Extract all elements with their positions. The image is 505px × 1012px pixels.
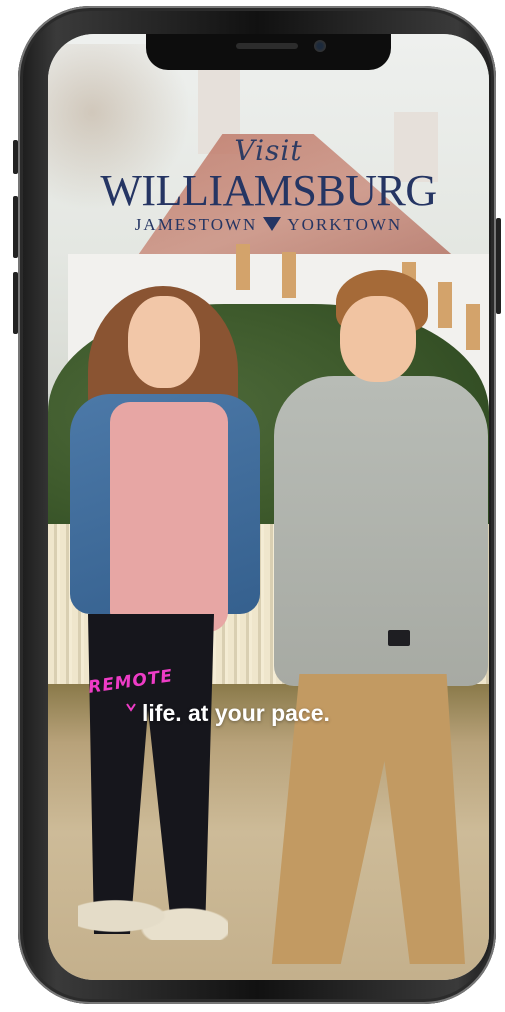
girl-top: [110, 402, 228, 632]
front-camera: [314, 40, 326, 52]
logo-subtitle: JAMESTOWN YORKTOWN: [48, 215, 489, 235]
power-button: [496, 218, 501, 314]
girl-shoes: [78, 880, 228, 940]
logo-sub-left: JAMESTOWN: [134, 215, 258, 234]
phone-notch: [146, 34, 391, 70]
house-window: [282, 252, 296, 298]
house-window: [236, 244, 250, 290]
girl-face: [128, 296, 200, 388]
logo-main-text: WILLIAMSBURG: [100, 166, 437, 215]
speaker-grille: [236, 43, 298, 49]
brand-logo: Visit WILLIAMSBURG JAMESTOWN YORKTOWN: [48, 134, 489, 235]
boy-face: [340, 296, 416, 382]
sweater-patch: [388, 630, 410, 646]
caret-icon: [126, 703, 136, 712]
tagline-text: life. at your pace.: [142, 700, 330, 726]
boy-sweater: [274, 376, 488, 686]
phone-screen: Visit WILLIAMSBURG JAMESTOWN YORKTOWN REM…: [48, 34, 489, 980]
house-window: [438, 282, 452, 328]
house-window: [466, 304, 480, 350]
logo-visit-text: Visit: [234, 134, 303, 167]
triangle-down-icon: [263, 217, 282, 231]
logo-sub-right: YORKTOWN: [287, 215, 403, 234]
